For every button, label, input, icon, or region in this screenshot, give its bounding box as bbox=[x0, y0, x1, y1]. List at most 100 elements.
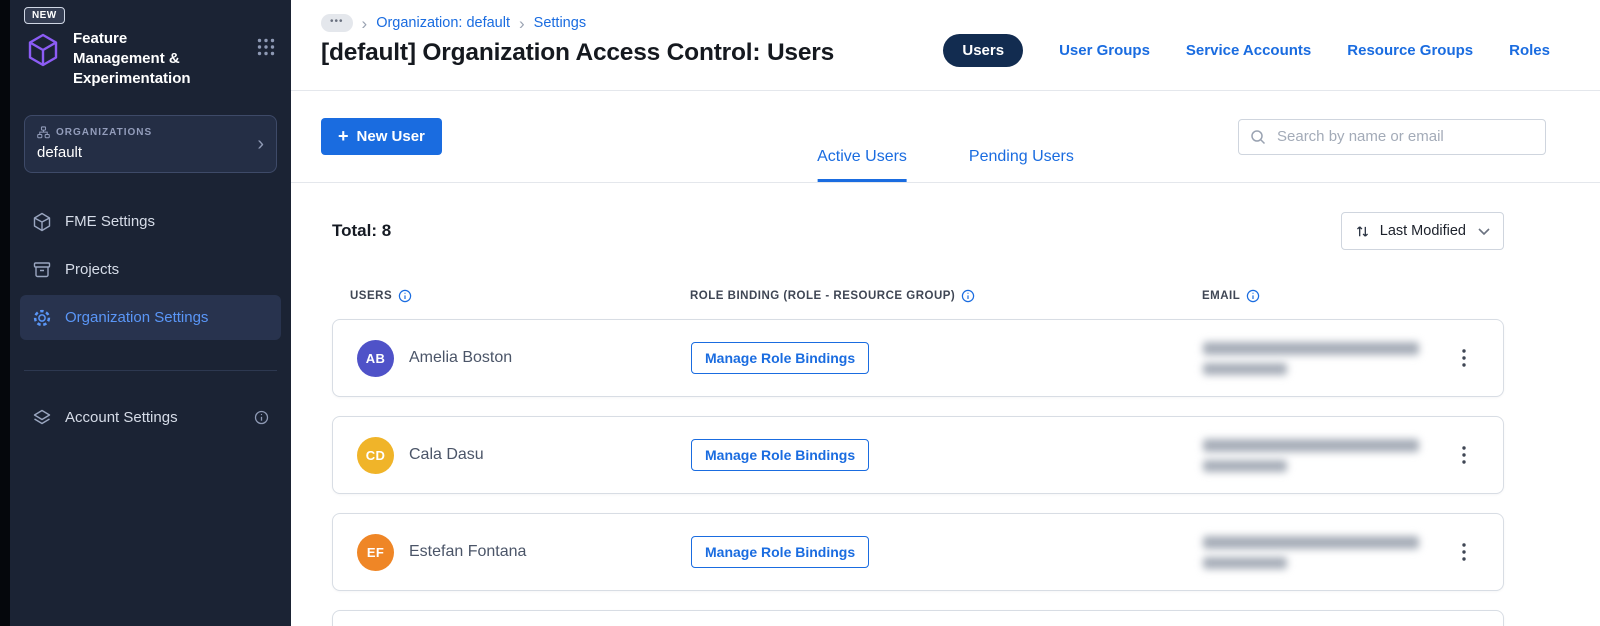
organizations-label: ORGANIZATIONS bbox=[56, 127, 153, 139]
column-header-role-binding: ROLE BINDING (ROLE - RESOURCE GROUP) bbox=[690, 289, 1202, 303]
main-content: ••• › Organization: default › Settings [… bbox=[291, 0, 1600, 626]
organization-value: default bbox=[37, 144, 83, 162]
info-icon[interactable] bbox=[398, 289, 412, 303]
user-name: Amelia Boston bbox=[409, 349, 513, 366]
new-user-button-label: New User bbox=[356, 128, 425, 145]
product-logo-icon bbox=[24, 31, 62, 74]
breadcrumb-link-settings[interactable]: Settings bbox=[534, 15, 586, 31]
tab-resource-groups[interactable]: Resource Groups bbox=[1347, 42, 1473, 59]
user-view-tabs: Active Users Pending Users bbox=[817, 148, 1074, 182]
tab-service-accounts[interactable]: Service Accounts bbox=[1186, 42, 1311, 59]
table-row-partial bbox=[332, 610, 1504, 626]
sort-dropdown[interactable]: Last Modified bbox=[1340, 212, 1504, 250]
avatar: EF bbox=[357, 533, 394, 571]
column-header-users: USERS bbox=[350, 289, 690, 303]
search-box bbox=[1238, 118, 1546, 155]
sidebar-item-fme-settings[interactable]: FME Settings bbox=[20, 199, 281, 244]
sidebar-item-label: Account Settings bbox=[65, 409, 178, 427]
manage-role-bindings-button[interactable]: Manage Role Bindings bbox=[691, 536, 870, 568]
tab-pending-users[interactable]: Pending Users bbox=[969, 148, 1074, 182]
page-header: ••• › Organization: default › Settings [… bbox=[291, 0, 1600, 91]
gear-icon bbox=[32, 308, 52, 328]
manage-role-bindings-button[interactable]: Manage Role Bindings bbox=[691, 342, 870, 374]
kebab-menu-icon[interactable] bbox=[1458, 345, 1470, 371]
email-cell bbox=[1203, 535, 1449, 569]
chevron-right-icon: › bbox=[519, 13, 525, 33]
column-header-email: EMAIL bbox=[1202, 289, 1456, 303]
sort-arrows-icon bbox=[1355, 224, 1370, 239]
kebab-menu-icon[interactable] bbox=[1458, 539, 1470, 565]
user-cell: AB Amelia Boston bbox=[357, 339, 691, 377]
tab-roles[interactable]: Roles bbox=[1509, 42, 1550, 59]
table-column-headers: USERS ROLE BINDING (ROLE - RESOURCE GROU… bbox=[332, 289, 1504, 303]
email-redacted bbox=[1203, 535, 1419, 549]
chevron-right-icon: › bbox=[257, 132, 264, 155]
email-redacted bbox=[1203, 556, 1287, 569]
email-redacted bbox=[1203, 459, 1287, 472]
column-header-label: ROLE BINDING (ROLE - RESOURCE GROUP) bbox=[690, 290, 956, 302]
email-redacted bbox=[1203, 438, 1419, 452]
app-window: NEW Feature Management & Experimentation… bbox=[0, 0, 1600, 626]
email-redacted bbox=[1203, 341, 1419, 355]
avatar: AB bbox=[357, 339, 394, 377]
avatar: CD bbox=[357, 436, 394, 474]
breadcrumb-ellipsis[interactable]: ••• bbox=[321, 14, 353, 32]
tab-active-users[interactable]: Active Users bbox=[817, 148, 907, 182]
role-binding-cell: Manage Role Bindings bbox=[691, 439, 1203, 471]
email-redacted bbox=[1203, 362, 1287, 375]
list-header-row: Total: 8 Last Modified bbox=[332, 209, 1504, 253]
tab-users[interactable]: Users bbox=[943, 33, 1024, 67]
chevron-right-icon: › bbox=[361, 13, 368, 33]
sidebar-item-label: Projects bbox=[65, 261, 120, 279]
toolbar: + New User Active Users Pending Users bbox=[291, 91, 1600, 183]
email-cell bbox=[1203, 341, 1449, 375]
email-cell bbox=[1203, 438, 1449, 472]
sidebar-brand: NEW Feature Management & Experimentation bbox=[10, 0, 291, 89]
sidebar-item-organization-settings[interactable]: Organization Settings bbox=[20, 295, 281, 341]
users-list-section: Total: 8 Last Modified USERS ROLE BINDIN… bbox=[291, 183, 1600, 626]
left-edge-strip bbox=[0, 0, 10, 626]
role-binding-cell: Manage Role Bindings bbox=[691, 536, 1203, 568]
total-count: Total: 8 bbox=[332, 221, 392, 240]
users-table: AB Amelia Boston Manage Role Bindings CD… bbox=[332, 319, 1504, 626]
user-cell: CD Cala Dasu bbox=[357, 436, 691, 474]
new-user-button[interactable]: + New User bbox=[321, 118, 442, 155]
product-title: Feature Management & Experimentation bbox=[73, 30, 191, 88]
table-row: AB Amelia Boston Manage Role Bindings bbox=[332, 319, 1504, 397]
tab-user-groups[interactable]: User Groups bbox=[1059, 42, 1150, 59]
role-binding-cell: Manage Role Bindings bbox=[691, 342, 1203, 374]
sort-dropdown-label: Last Modified bbox=[1379, 223, 1466, 239]
kebab-menu-icon[interactable] bbox=[1458, 442, 1470, 468]
sidebar-item-account-settings[interactable]: Account Settings bbox=[20, 395, 281, 440]
organization-icon bbox=[37, 126, 50, 139]
info-icon[interactable] bbox=[254, 410, 269, 425]
manage-role-bindings-button[interactable]: Manage Role Bindings bbox=[691, 439, 870, 471]
column-header-label: USERS bbox=[350, 290, 393, 302]
access-control-tabs: Users User Groups Service Accounts Resou… bbox=[943, 33, 1550, 67]
user-name: Cala Dasu bbox=[409, 446, 484, 463]
info-icon[interactable] bbox=[961, 289, 975, 303]
organization-selector[interactable]: ORGANIZATIONS default › bbox=[24, 115, 277, 174]
fme-settings-icon bbox=[32, 212, 52, 232]
info-icon[interactable] bbox=[1246, 289, 1260, 303]
user-cell: EF Estefan Fontana bbox=[357, 533, 691, 571]
sidebar-item-projects[interactable]: Projects bbox=[20, 247, 281, 292]
chevron-down-icon bbox=[1478, 227, 1490, 235]
table-row: EF Estefan Fontana Manage Role Bindings bbox=[332, 513, 1504, 591]
sidebar-divider bbox=[24, 370, 277, 372]
new-badge: NEW bbox=[24, 7, 65, 24]
sidebar-nav: FME Settings Projects Organization Setti… bbox=[10, 196, 291, 343]
plus-icon: + bbox=[338, 126, 349, 146]
search-input[interactable] bbox=[1275, 127, 1534, 146]
sidebar-item-label: Organization Settings bbox=[65, 309, 209, 327]
table-row: CD Cala Dasu Manage Role Bindings bbox=[332, 416, 1504, 494]
apps-grid-icon[interactable] bbox=[257, 38, 275, 61]
page-title: [default] Organization Access Control: U… bbox=[321, 39, 835, 66]
sidebar: NEW Feature Management & Experimentation… bbox=[10, 0, 291, 626]
layers-icon bbox=[32, 408, 52, 428]
sidebar-item-label: FME Settings bbox=[65, 213, 156, 231]
search-icon bbox=[1250, 129, 1266, 145]
projects-icon bbox=[32, 260, 52, 280]
breadcrumb: ••• › Organization: default › Settings bbox=[321, 14, 834, 32]
breadcrumb-link-organization[interactable]: Organization: default bbox=[376, 15, 510, 31]
